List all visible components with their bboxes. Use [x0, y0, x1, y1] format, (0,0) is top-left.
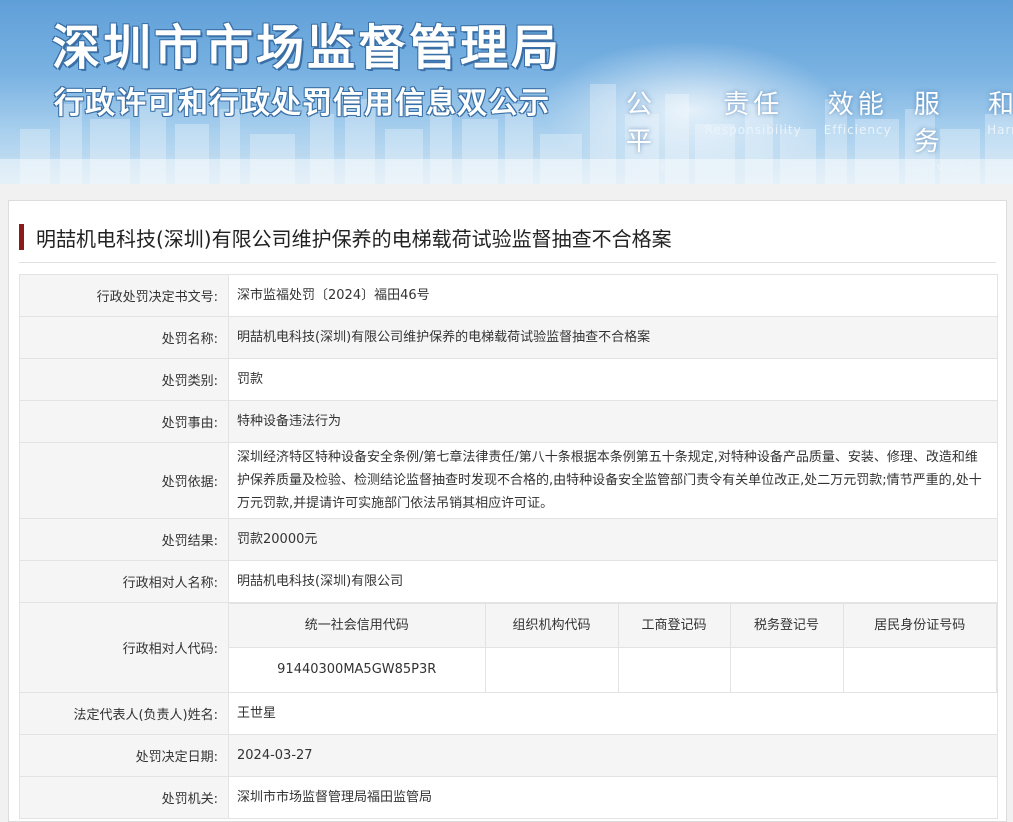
header-credit-code: 统一社会信用代码	[229, 603, 486, 648]
slogan-en: Service	[913, 160, 966, 174]
value-penalty-name: 明喆机电科技(深圳)有限公司维护保养的电梯载荷试验监督抽查不合格案	[228, 316, 998, 359]
value-credit-code: 91440300MA5GW85P3R	[229, 647, 486, 692]
banner-subtitle: 行政许可和行政处罚信用信息双公示	[54, 86, 550, 121]
row-category: 处罚类别: 罚款	[19, 358, 998, 401]
header-org-code: 组织机构代码	[484, 603, 619, 648]
slogan-en: Fairness	[626, 160, 683, 174]
case-title-row: 明喆机电科技(深圳)有限公司维护保养的电梯载荷试验监督抽查不合格案	[19, 223, 672, 251]
value-business-reg-code	[617, 647, 731, 692]
value-id-card-no	[842, 647, 997, 692]
label-party-code: 行政相对人代码:	[19, 602, 229, 693]
label-result: 处罚结果:	[19, 518, 229, 561]
value-reason: 特种设备违法行为	[228, 400, 998, 443]
slogan-cn: 责任	[723, 90, 784, 120]
label-penalty-name: 处罚名称:	[19, 316, 229, 359]
header-business-reg-code: 工商登记码	[617, 603, 731, 648]
label-basis: 处罚依据:	[19, 442, 229, 519]
slogan-cn: 服务	[913, 90, 944, 157]
value-party-name: 明喆机电科技(深圳)有限公司	[228, 560, 998, 603]
penalty-info-table: 行政处罚决定书文号: 深市监福处罚〔2024〕福田46号 处罚名称: 明喆机电科…	[19, 274, 998, 819]
case-title: 明喆机电科技(深圳)有限公司维护保养的电梯载荷试验监督抽查不合格案	[36, 226, 672, 251]
header-id-card-no: 居民身份证号码	[842, 603, 997, 648]
slogan-en: Harmony	[987, 123, 1013, 137]
value-org-code	[484, 647, 619, 692]
party-code-value-row: 91440300MA5GW85P3R	[229, 647, 997, 692]
party-code-table: 统一社会信用代码 组织机构代码 工商登记码 税务登记号 居民身份证号码 9144…	[229, 603, 997, 692]
slogan-efficiency: 效能 Efficiency	[824, 84, 892, 174]
slogan-en: Responsibility	[704, 123, 802, 137]
slogan-cn: 公平	[626, 90, 657, 157]
value-legal-rep: 王世星	[228, 691, 998, 735]
label-authority: 处罚机关:	[19, 775, 229, 819]
banner-slogans: 公平 Fairness 责任 Responsibility 效能 Efficie…	[626, 84, 1013, 174]
value-basis: 深圳经济特区特种设备安全条例/第七章法律责任/第八十条根据本条例第五十条规定,对…	[228, 442, 998, 519]
case-detail-card: 明喆机电科技(深圳)有限公司维护保养的电梯载荷试验监督抽查不合格案 行政处罚决定…	[8, 200, 1007, 822]
value-authority: 深圳市市场监督管理局福田监管局	[228, 775, 998, 819]
slogan-fairness: 公平 Fairness	[626, 84, 683, 174]
label-party-name: 行政相对人名称:	[19, 560, 229, 603]
value-doc-no: 深市监福处罚〔2024〕福田46号	[228, 274, 998, 317]
row-legal-rep: 法定代表人(负责人)姓名: 王世星	[19, 691, 998, 735]
row-reason: 处罚事由: 特种设备违法行为	[19, 400, 998, 443]
row-authority: 处罚机关: 深圳市市场监督管理局福田监管局	[19, 775, 998, 819]
header-tax-reg-no: 税务登记号	[729, 603, 844, 648]
slogan-cn: 效能	[827, 90, 888, 120]
label-reason: 处罚事由:	[19, 400, 229, 443]
title-divider	[19, 262, 996, 263]
title-accent-bar	[19, 224, 24, 250]
label-decision-date: 处罚决定日期:	[19, 733, 229, 777]
row-result: 处罚结果: 罚款20000元	[19, 518, 998, 561]
slogan-service: 服务 Service	[914, 84, 965, 174]
party-code-header-row: 统一社会信用代码 组织机构代码 工商登记码 税务登记号 居民身份证号码	[229, 603, 997, 648]
label-legal-rep: 法定代表人(负责人)姓名:	[19, 691, 229, 735]
row-party-name: 行政相对人名称: 明喆机电科技(深圳)有限公司	[19, 560, 998, 603]
party-code-cell: 统一社会信用代码 组织机构代码 工商登记码 税务登记号 居民身份证号码 9144…	[228, 602, 998, 693]
row-basis: 处罚依据: 深圳经济特区特种设备安全条例/第七章法律责任/第八十条根据本条例第五…	[19, 442, 998, 519]
value-category: 罚款	[228, 358, 998, 401]
label-category: 处罚类别:	[19, 358, 229, 401]
row-party-code: 行政相对人代码: 统一社会信用代码 组织机构代码 工商登记码 税务登记号 居民身…	[19, 602, 998, 693]
slogan-en: Efficiency	[823, 123, 892, 137]
slogan-cn: 和谐	[987, 90, 1013, 120]
row-doc-no: 行政处罚决定书文号: 深市监福处罚〔2024〕福田46号	[19, 274, 998, 317]
slogan-harmony: 和谐 Harmony	[987, 84, 1013, 174]
label-doc-no: 行政处罚决定书文号:	[19, 274, 229, 317]
value-result: 罚款20000元	[228, 518, 998, 561]
value-tax-reg-no	[729, 647, 844, 692]
row-decision-date: 处罚决定日期: 2024-03-27	[19, 733, 998, 777]
row-penalty-name: 处罚名称: 明喆机电科技(深圳)有限公司维护保养的电梯载荷试验监督抽查不合格案	[19, 316, 998, 359]
banner-title: 深圳市市场监督管理局	[52, 20, 563, 76]
slogan-responsibility: 责任 Responsibility	[705, 84, 802, 174]
site-banner: 深圳市市场监督管理局 行政许可和行政处罚信用信息双公示 公平 Fairness …	[0, 0, 1013, 184]
value-decision-date: 2024-03-27	[228, 733, 998, 777]
